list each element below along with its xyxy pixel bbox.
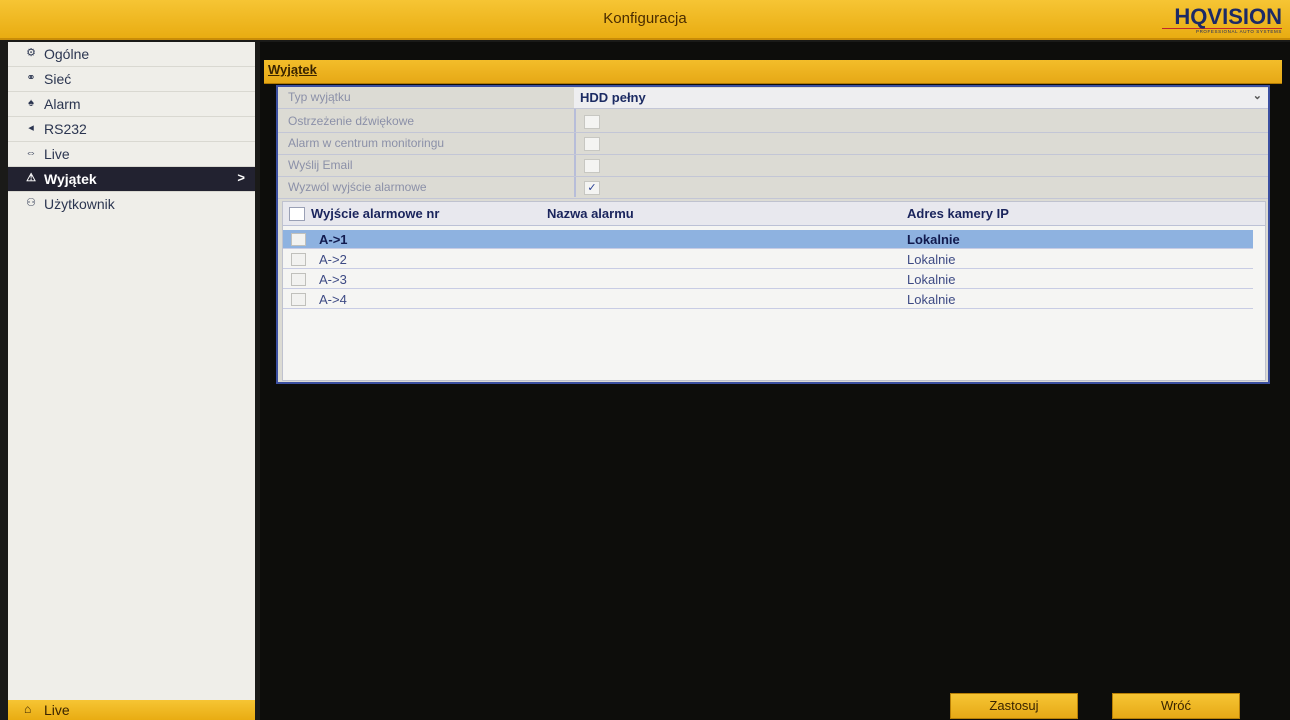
row-checkbox[interactable] xyxy=(291,253,306,266)
section-header: Wyjątek xyxy=(264,60,1282,84)
sidebar-item-label: RS232 xyxy=(44,121,87,137)
option-row-send-email: Wyślij Email xyxy=(278,155,1268,177)
select-all-checkbox[interactable] xyxy=(289,207,305,221)
sidebar: ⚙ Ogólne ⚭ Sieć ♠ Alarm ◂ RS232 ⇔ Live ⚠… xyxy=(8,42,255,720)
exception-type-value: HDD pełny xyxy=(580,90,646,105)
exception-form: Typ wyjątku HDD pełny ⌄ Ostrzeżenie dźwi… xyxy=(276,85,1270,384)
output-cell: A->1 xyxy=(319,232,348,247)
table-row[interactable]: A->1 Lokalnie xyxy=(283,230,1253,249)
option-label: Wyślij Email xyxy=(288,158,353,172)
live-button-label: Live xyxy=(44,702,70,718)
apply-button[interactable]: Zastosuj xyxy=(950,693,1078,719)
live-button[interactable]: ⌂ Live xyxy=(8,700,255,720)
sidebar-item-label: Sieć xyxy=(44,71,72,87)
sidebar-item-label: Użytkownik xyxy=(44,196,115,212)
row-checkbox[interactable] xyxy=(291,233,306,246)
sidebar-item-rs232[interactable]: ◂ RS232 xyxy=(8,117,255,142)
warning-icon: ⚠ xyxy=(26,172,36,184)
address-cell: Lokalnie xyxy=(907,272,956,287)
sidebar-item-uzytkownik[interactable]: ⚇ Użytkownik xyxy=(8,192,255,217)
send-email-checkbox[interactable] xyxy=(584,159,600,173)
output-cell: A->4 xyxy=(319,292,347,307)
option-label: Ostrzeżenie dźwiękowe xyxy=(288,114,415,128)
notify-center-checkbox[interactable] xyxy=(584,137,600,151)
sidebar-item-wyjatek[interactable]: ⚠ Wyjątek > xyxy=(8,167,255,192)
gear-icon: ⚙ xyxy=(26,47,36,59)
sidebar-item-label: Alarm xyxy=(44,96,81,112)
option-row-trigger-output: Wyzwól wyjście alarmowe ✓ xyxy=(278,177,1268,199)
table-row[interactable]: A->2 Lokalnie xyxy=(283,250,1253,269)
exception-type-row: Typ wyjątku HDD pełny ⌄ xyxy=(278,87,1268,109)
serial-port-icon: ◂ xyxy=(28,122,34,134)
output-cell: A->3 xyxy=(319,272,347,287)
trigger-output-checkbox[interactable]: ✓ xyxy=(584,181,600,195)
sidebar-item-ogolne[interactable]: ⚙ Ogólne xyxy=(8,42,255,67)
section-title: Wyjątek xyxy=(268,62,317,77)
sidebar-item-label: Ogólne xyxy=(44,46,90,62)
row-checkbox[interactable] xyxy=(291,273,306,286)
column-header-output[interactable]: Wyjście alarmowe nr xyxy=(311,206,439,221)
brand-logo: HQVISION PROFESSIONAL AUTO SYSTEMS xyxy=(1162,6,1282,36)
sidebar-item-siec[interactable]: ⚭ Sieć xyxy=(8,67,255,92)
table-row[interactable]: A->4 Lokalnie xyxy=(283,290,1253,309)
network-icon: ⚭ xyxy=(26,72,36,84)
row-checkbox[interactable] xyxy=(291,293,306,306)
window-title: Konfiguracja xyxy=(603,10,687,27)
column-header-name[interactable]: Nazwa alarmu xyxy=(547,206,634,221)
table-header: Wyjście alarmowe nr Nazwa alarmu Adres k… xyxy=(283,202,1265,226)
sidebar-item-label: Live xyxy=(44,146,70,162)
chevron-right-icon: > xyxy=(237,170,245,185)
audio-warning-checkbox[interactable] xyxy=(584,115,600,129)
sidebar-item-label: Wyjątek xyxy=(44,171,97,187)
address-cell: Lokalnie xyxy=(907,232,960,247)
output-cell: A->2 xyxy=(319,252,347,267)
address-cell: Lokalnie xyxy=(907,292,956,307)
back-button[interactable]: Wróć xyxy=(1112,693,1240,719)
brand-name: HQVISION xyxy=(1174,4,1282,29)
table-row[interactable]: A->3 Lokalnie xyxy=(283,270,1253,289)
title-bar: Konfiguracja HQVISION PROFESSIONAL AUTO … xyxy=(0,0,1290,40)
address-cell: Lokalnie xyxy=(907,252,956,267)
live-view-icon: ⇔ xyxy=(25,147,37,159)
exception-type-select[interactable]: HDD pełny ⌄ xyxy=(574,88,1268,108)
exception-type-label: Typ wyjątku xyxy=(288,90,351,104)
option-row-audio-warning: Ostrzeżenie dźwiękowe xyxy=(278,111,1268,133)
chevron-down-icon: ⌄ xyxy=(1252,90,1262,102)
users-icon: ⚇ xyxy=(26,197,36,209)
sidebar-item-alarm[interactable]: ♠ Alarm xyxy=(8,92,255,117)
option-label: Alarm w centrum monitoringu xyxy=(288,136,445,150)
option-label: Wyzwól wyjście alarmowe xyxy=(288,180,427,194)
option-row-notify-center: Alarm w centrum monitoringu xyxy=(278,133,1268,155)
home-icon: ⌂ xyxy=(24,702,32,716)
alarm-icon: ♠ xyxy=(28,97,34,109)
column-header-address[interactable]: Adres kamery IP xyxy=(907,206,1009,221)
sidebar-item-live[interactable]: ⇔ Live xyxy=(8,142,255,167)
brand-tagline: PROFESSIONAL AUTO SYSTEMS xyxy=(1162,28,1282,35)
alarm-output-table: Wyjście alarmowe nr Nazwa alarmu Adres k… xyxy=(282,201,1266,381)
